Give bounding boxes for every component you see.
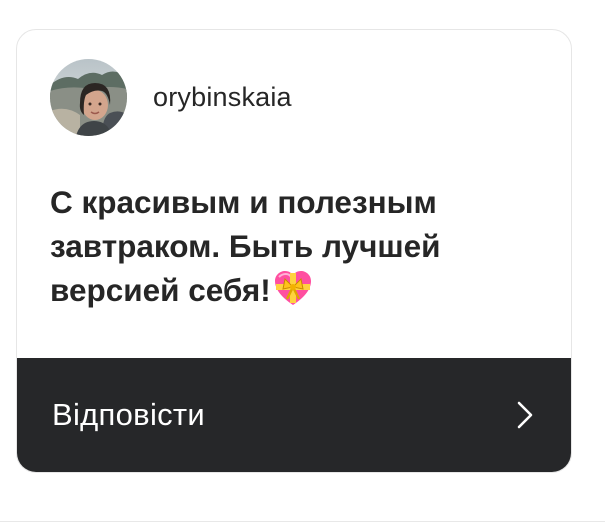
username[interactable]: orybinskaia <box>153 82 292 113</box>
chevron-right-icon <box>517 401 533 429</box>
message-card: orybinskaia С красивым и полезным завтра… <box>16 29 572 473</box>
message-text-block: С красивым и полезным завтраком. Быть лу… <box>50 180 550 312</box>
message-text: С красивым и полезным завтраком. Быть лу… <box>50 184 441 308</box>
profile-photo <box>50 59 127 136</box>
reply-label: Відповісти <box>52 397 206 432</box>
reply-button[interactable]: Відповісти <box>17 358 571 472</box>
post-header: orybinskaia <box>50 59 292 136</box>
story-reply-screen: orybinskaia С красивым и полезным завтра… <box>0 0 605 526</box>
avatar[interactable] <box>50 59 127 136</box>
divider <box>0 521 605 522</box>
heart-with-ribbon-icon <box>274 271 311 305</box>
